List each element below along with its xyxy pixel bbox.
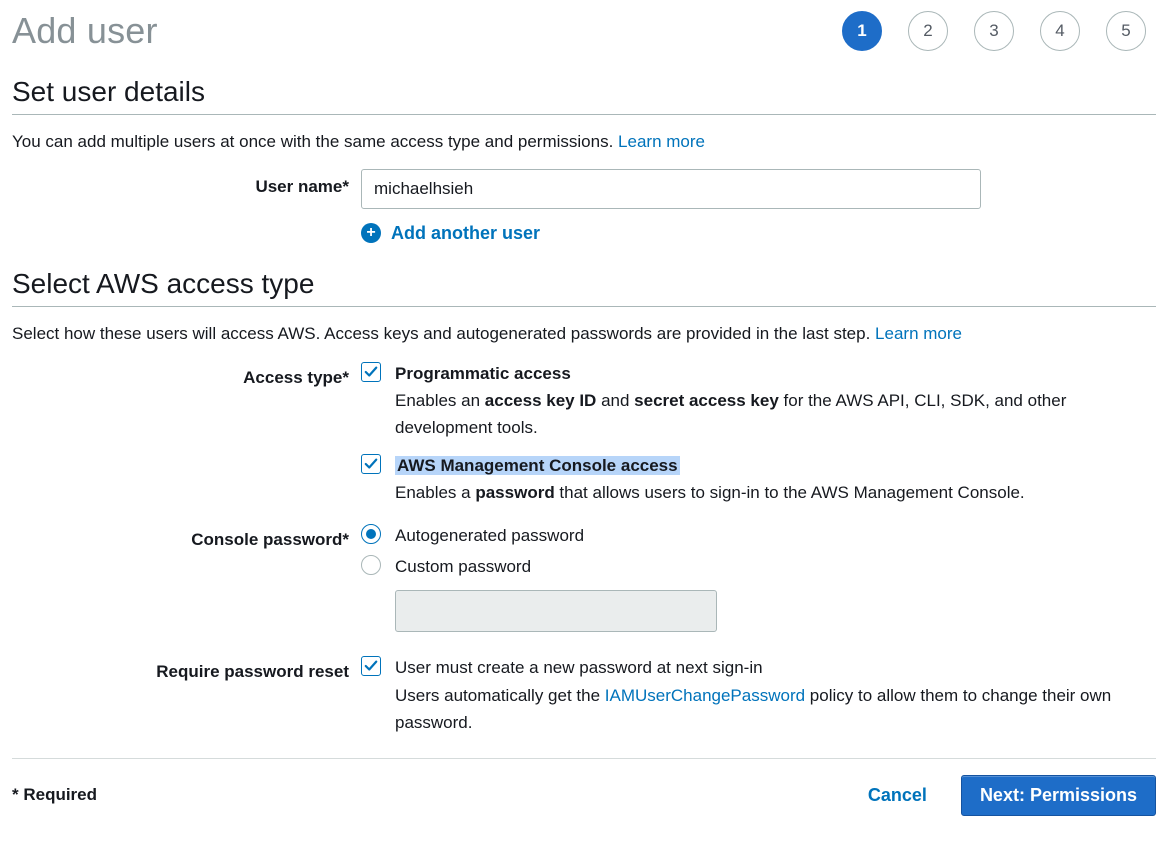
console-access-checkbox[interactable]: [361, 454, 381, 474]
wizard-step-4[interactable]: 4: [1040, 11, 1080, 51]
autogenerated-password-label: Autogenerated password: [395, 522, 584, 549]
access-type-label: Access type*: [12, 360, 349, 388]
custom-password-input: [395, 590, 717, 632]
set-user-details-heading: Set user details: [12, 76, 1156, 108]
add-another-user-button[interactable]: + Add another user: [361, 223, 540, 244]
require-reset-body: User must create a new password at next …: [395, 654, 1156, 736]
checkmark-icon: [364, 365, 378, 379]
require-password-reset-label: Require password reset: [12, 654, 349, 682]
wizard-step-3[interactable]: 3: [974, 11, 1014, 51]
wizard-step-1[interactable]: 1: [842, 11, 882, 51]
select-access-type-heading: Select AWS access type: [12, 268, 1156, 300]
page-title: Add user: [12, 10, 158, 52]
require-password-reset-checkbox[interactable]: [361, 656, 381, 676]
programmatic-access-title: Programmatic access: [395, 364, 571, 383]
username-label: User name*: [12, 169, 349, 197]
wizard-steps: 1 2 3 4 5: [842, 11, 1156, 51]
custom-password-label: Custom password: [395, 553, 531, 580]
next-permissions-button[interactable]: Next: Permissions: [961, 775, 1156, 816]
console-password-label: Console password*: [12, 522, 349, 550]
access-type-description: Select how these users will access AWS. …: [12, 321, 1156, 347]
programmatic-access-body: Programmatic access Enables an access ke…: [395, 360, 1156, 442]
user-details-desc-text: You can add multiple users at once with …: [12, 132, 618, 151]
custom-password-radio[interactable]: [361, 555, 381, 575]
divider: [12, 306, 1156, 307]
username-input[interactable]: [361, 169, 981, 209]
checkmark-icon: [364, 457, 378, 471]
access-type-desc-text: Select how these users will access AWS. …: [12, 324, 875, 343]
programmatic-access-checkbox[interactable]: [361, 362, 381, 382]
checkmark-icon: [364, 659, 378, 673]
console-access-body: AWS Management Console access Enables a …: [395, 452, 1025, 506]
learn-more-link[interactable]: Learn more: [618, 132, 705, 151]
cancel-button[interactable]: Cancel: [862, 784, 933, 807]
autogenerated-password-radio[interactable]: [361, 524, 381, 544]
console-access-title: AWS Management Console access: [395, 456, 680, 475]
wizard-step-5[interactable]: 5: [1106, 11, 1146, 51]
wizard-step-2[interactable]: 2: [908, 11, 948, 51]
divider: [12, 114, 1156, 115]
user-details-description: You can add multiple users at once with …: [12, 129, 1156, 155]
plus-circle-icon: +: [361, 223, 381, 243]
iam-policy-link[interactable]: IAMUserChangePassword: [605, 686, 805, 705]
add-another-user-label: Add another user: [391, 223, 540, 244]
learn-more-link-2[interactable]: Learn more: [875, 324, 962, 343]
required-note: * Required: [12, 785, 97, 805]
